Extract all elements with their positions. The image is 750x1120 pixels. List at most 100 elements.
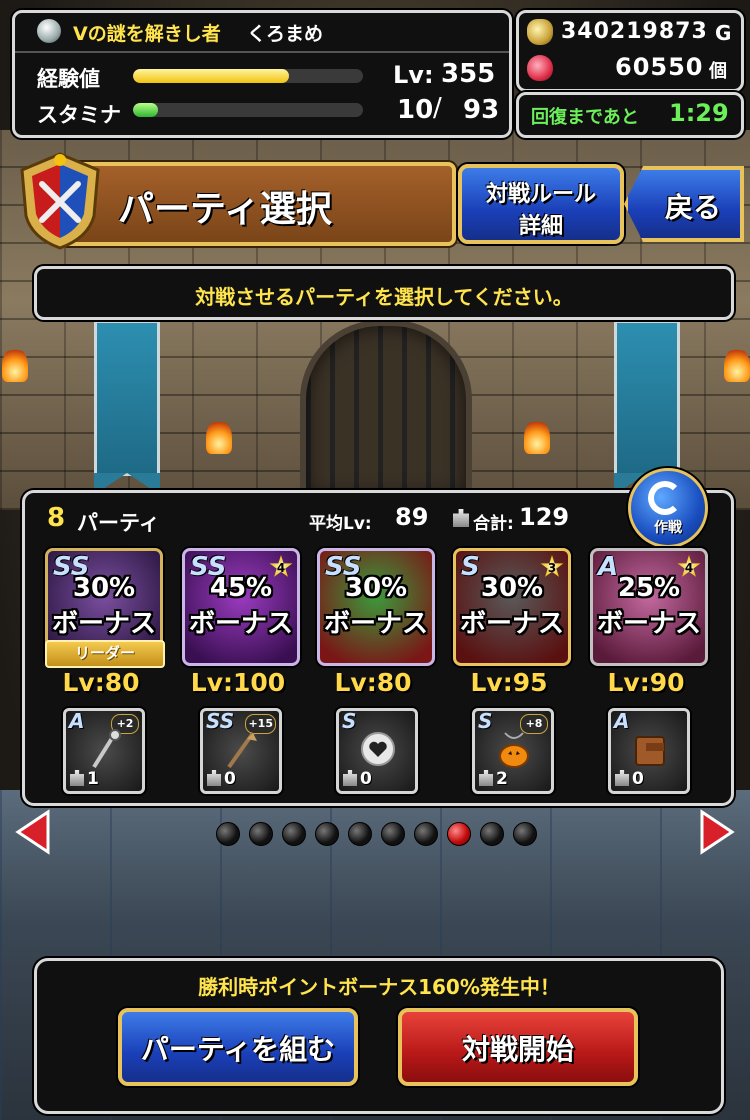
monster-card[interactable]: SS 30% ボーナス: [317, 548, 435, 666]
staff-icon: [92, 729, 121, 769]
currency-panel: 340219873 G 60550 個: [516, 10, 744, 92]
next-page-arrow-icon[interactable]: [698, 808, 736, 856]
monster-bonus-percent: 25%: [617, 573, 681, 603]
book-icon: [635, 736, 665, 766]
exp-bar: [133, 69, 363, 83]
screen-title-plate: パーティ選択: [60, 162, 456, 246]
avg-level-value: 89: [395, 503, 429, 531]
recover-label: 回復まであと: [531, 107, 639, 128]
weapon-rank: A: [614, 709, 630, 733]
page-dot[interactable]: [348, 822, 372, 846]
weapon-slot[interactable]: A +2 1: [63, 708, 145, 794]
torch-icon: [724, 348, 750, 382]
banner-right: [614, 320, 680, 495]
recover-time: 1:29: [669, 99, 729, 127]
castle-gate: [300, 320, 472, 502]
monster-level: Lv:100: [190, 668, 286, 697]
monster-bonus-label: ボーナス: [459, 609, 564, 639]
player-name: くろまめ: [247, 23, 324, 45]
page-dot[interactable]: [315, 822, 339, 846]
page-dot[interactable]: [414, 822, 438, 846]
battle-rules-line2: 詳細: [518, 214, 563, 239]
monster-bonus-percent: 45%: [209, 573, 273, 603]
instruction-banner: 対戦させるパーティを選択してください。: [34, 266, 734, 320]
weapon-slot[interactable]: A0: [608, 708, 690, 794]
screen-title: パーティ選択: [118, 189, 332, 230]
weapon-weight: 0: [615, 769, 644, 789]
monster-bonus-label: ボーナス: [188, 609, 293, 639]
battle-crest-icon: [20, 152, 100, 250]
stamina-label: スタミナ: [37, 103, 121, 127]
monster-bonus-label: ボーナス: [596, 609, 701, 639]
strategy-button[interactable]: 作戦: [628, 468, 708, 548]
weapon-rank: A: [69, 709, 85, 733]
start-battle-button[interactable]: 対戦開始: [398, 1008, 638, 1086]
stamina-max: 93: [463, 95, 500, 125]
gold-unit: G: [715, 21, 732, 45]
page-dot[interactable]: [282, 822, 306, 846]
back-button[interactable]: 戻る: [624, 166, 744, 242]
monster-level: Lv:95: [470, 668, 548, 697]
weapon-slot[interactable]: SS +15 0: [200, 708, 282, 794]
torch-icon: [524, 420, 550, 454]
refresh-icon: [648, 481, 682, 515]
stamina-bar: [133, 103, 363, 117]
page-indicator: [216, 822, 537, 846]
start-battle-label: 対戦開始: [461, 1033, 574, 1066]
page-dot[interactable]: [381, 822, 405, 846]
weapon-slot[interactable]: S +8 2: [472, 708, 554, 794]
gem-icon: [527, 55, 553, 81]
monster-card[interactable]: SS 4 45% ボーナス: [182, 548, 300, 666]
player-title: Vの謎を解きし者: [73, 23, 221, 45]
form-party-button[interactable]: パーティを組む: [118, 1008, 358, 1086]
prev-page-arrow-icon[interactable]: [14, 808, 52, 856]
gold-bag-icon: [527, 19, 553, 45]
gold-amount: 340219873: [561, 19, 708, 44]
weapon-rank: S: [342, 709, 357, 733]
monster-card[interactable]: S 3 30% ボーナス: [453, 548, 571, 666]
stamina-separator: /: [433, 93, 442, 123]
weapon-slot[interactable]: S0: [336, 708, 418, 794]
battle-rules-line1: 対戦ルール: [485, 182, 596, 207]
page-dot[interactable]: [480, 822, 504, 846]
avg-level-label: 平均Lv:: [309, 514, 372, 534]
page-dot[interactable]: [216, 822, 240, 846]
back-button-label: 戻る: [664, 191, 721, 224]
stamina-current: 10: [397, 95, 434, 125]
weapon-weight: 2: [479, 769, 508, 789]
battle-rules-button[interactable]: 対戦ルール 詳細: [458, 164, 624, 244]
monster-bonus-percent: 30%: [344, 573, 408, 603]
party-number: 8: [47, 503, 66, 533]
page-dot[interactable]: [249, 822, 273, 846]
monster-bonus-label: ボーナス: [323, 609, 428, 639]
torch-icon: [2, 348, 28, 382]
spear-icon: [227, 731, 257, 769]
weapon-rank: S: [478, 709, 493, 733]
instruction-text: 対戦させるパーティを選択してください。: [195, 285, 573, 309]
exp-label: 経験値: [37, 67, 100, 91]
level-label: Lv:: [393, 61, 434, 89]
pumpkin-icon: [499, 732, 529, 768]
player-avatar-icon: [37, 19, 61, 43]
gem-amount: 60550: [615, 53, 704, 81]
weapon-weight: 0: [343, 769, 372, 789]
monster-bonus-percent: 30%: [480, 573, 544, 603]
player-status-panel: Vの謎を解きし者 くろまめ 経験値 Lv: 355 スタミナ 10 / 93: [12, 10, 512, 138]
orb-icon: [361, 732, 395, 766]
monster-bonus-percent: 30%: [72, 573, 136, 603]
form-party-label: パーティを組む: [140, 1033, 336, 1066]
bonus-notice: 勝利時ポイントボーナス160%発生中！: [198, 975, 560, 999]
page-dot[interactable]: [513, 822, 537, 846]
leader-tag: リーダー: [45, 640, 165, 668]
torch-icon: [206, 420, 232, 454]
party-label: パーティ: [77, 511, 160, 535]
player-level: 355: [441, 59, 496, 89]
total-weight-label: 合計:: [473, 514, 514, 534]
monster-bonus-label: ボーナス: [51, 609, 156, 639]
monster-card[interactable]: A 4 25% ボーナス: [590, 548, 708, 666]
weight-icon: [453, 509, 469, 527]
monster-level: Lv:80: [334, 668, 412, 697]
stamina-recover-panel: 回復まであと 1:29: [516, 92, 744, 138]
page-dot-active[interactable]: [447, 822, 471, 846]
gem-unit: 個: [709, 61, 727, 82]
